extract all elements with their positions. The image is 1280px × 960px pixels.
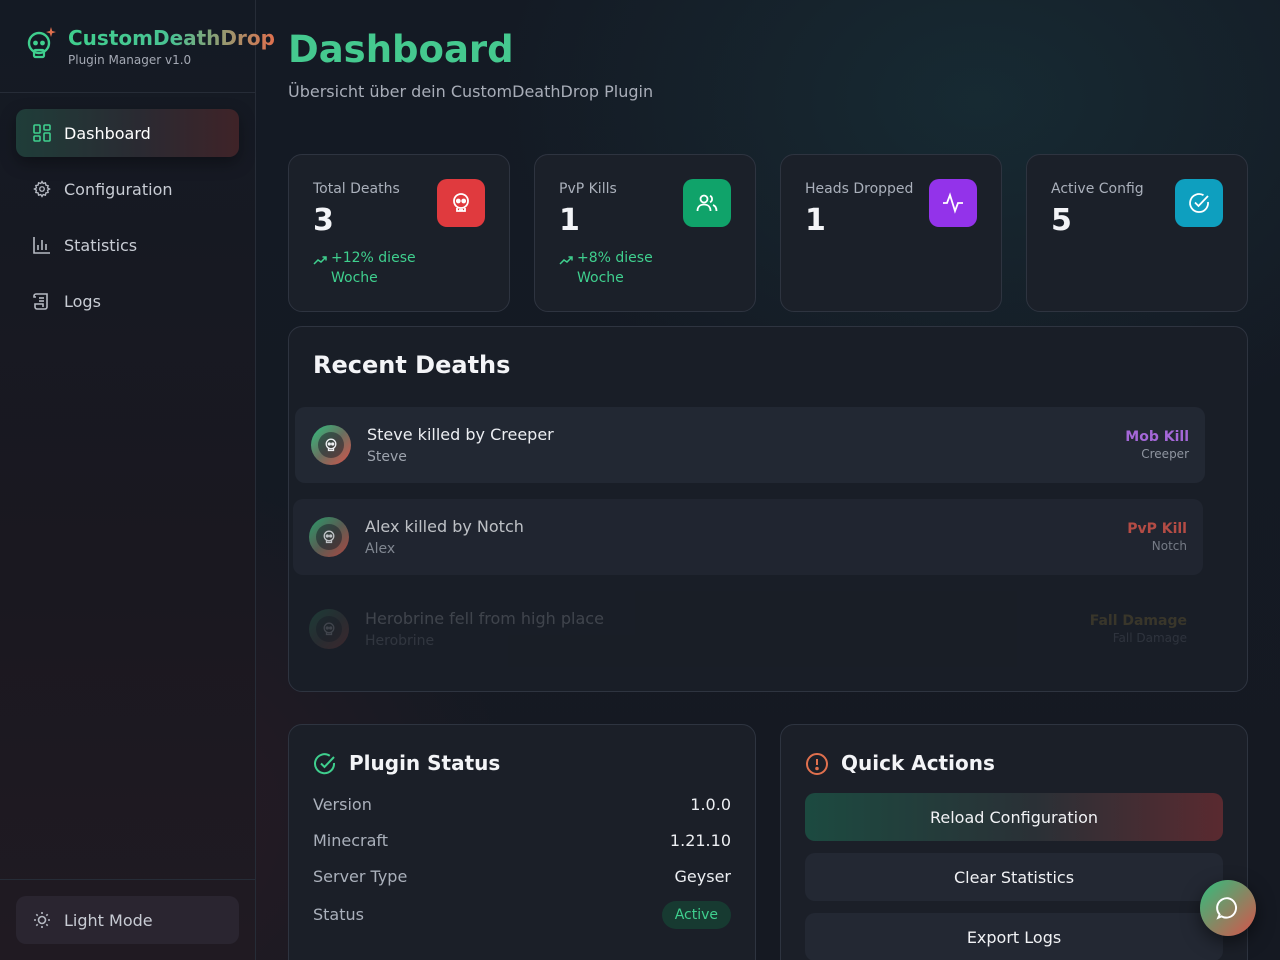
dashboard-grid-icon xyxy=(32,123,52,143)
recent-deaths-panel: Recent Deaths Steve killed by Creeper St… xyxy=(288,326,1248,692)
light-mode-label: Light Mode xyxy=(64,910,153,930)
page-subtitle: Übersicht über dein CustomDeathDrop Plug… xyxy=(288,82,654,101)
skull-icon xyxy=(325,438,337,452)
status-value: Geyser xyxy=(674,867,731,886)
gear-icon xyxy=(32,179,52,199)
status-row-server-type: Server Type Geyser xyxy=(313,863,731,891)
sidebar-item-label: Configuration xyxy=(64,179,173,199)
death-type: PvP Kill xyxy=(1127,521,1187,537)
status-row-version: Version 1.0.0 xyxy=(313,791,731,819)
skull-logo-icon xyxy=(27,27,56,59)
reload-configuration-button[interactable]: Reload Configuration xyxy=(805,793,1223,841)
sidebar-item-configuration[interactable]: Configuration xyxy=(16,165,239,213)
trending-up-icon xyxy=(313,256,327,265)
skull-icon xyxy=(323,530,335,544)
page-title: Dashboard xyxy=(288,28,514,71)
sun-icon xyxy=(32,910,52,930)
chat-bubble-icon xyxy=(1216,897,1237,920)
sidebar-item-label: Logs xyxy=(64,291,101,311)
status-row-minecraft: Minecraft 1.21.10 xyxy=(313,827,731,855)
scroll-icon xyxy=(32,291,52,311)
clear-statistics-button[interactable]: Clear Statistics xyxy=(805,853,1223,901)
avatar xyxy=(309,517,349,557)
death-message: Steve killed by Creeper xyxy=(367,425,554,444)
death-list-item[interactable]: Steve killed by Creeper Steve Mob Kill C… xyxy=(295,407,1205,483)
sidebar-item-label: Statistics xyxy=(64,235,138,255)
death-list-item[interactable]: Alex killed by Notch Alex PvP Kill Notch xyxy=(293,499,1203,575)
brand-title: CustomDeathDrop xyxy=(68,26,275,50)
quick-actions-panel: Quick Actions Reload Configuration Clear… xyxy=(780,724,1248,960)
avatar xyxy=(311,425,351,465)
death-message: Herobrine fell from high place xyxy=(365,609,604,628)
skull-icon xyxy=(323,622,335,636)
stat-value: 3 xyxy=(313,203,334,238)
brand[interactable]: CustomDeathDrop Plugin Manager v1.0 xyxy=(24,24,275,70)
check-circle-icon xyxy=(1175,179,1223,227)
stat-card-total-deaths: Total Deaths 3 +12% diese Woche xyxy=(288,154,510,312)
quick-actions-title: Quick Actions xyxy=(841,751,995,775)
death-source: Fall Damage xyxy=(1112,631,1187,645)
alert-circle-icon xyxy=(806,753,828,775)
stat-card-pvp-kills: PvP Kills 1 +8% diese Woche xyxy=(534,154,756,312)
status-key: Server Type xyxy=(313,867,408,886)
status-key: Minecraft xyxy=(313,831,389,850)
sidebar-divider xyxy=(0,92,256,93)
status-value: 1.21.10 xyxy=(669,831,731,850)
death-player: Herobrine xyxy=(365,633,435,649)
status-key: Status xyxy=(313,905,364,924)
death-player: Steve xyxy=(367,449,407,465)
stat-card-heads-dropped: Heads Dropped 1 xyxy=(780,154,1002,312)
death-type: Mob Kill xyxy=(1125,429,1189,445)
sidebar: CustomDeathDrop Plugin Manager v1.0 Dash… xyxy=(0,0,275,960)
status-key: Version xyxy=(313,795,372,814)
activity-icon xyxy=(929,179,977,227)
status-row-status: Status Active xyxy=(313,901,731,929)
stat-label: Heads Dropped xyxy=(805,181,914,197)
sidebar-item-logs[interactable]: Logs xyxy=(16,277,239,325)
death-list-item[interactable]: Herobrine fell from high place Herobrine… xyxy=(293,591,1203,667)
stat-card-active-config: Active Config 5 xyxy=(1026,154,1248,312)
chat-button[interactable] xyxy=(1200,880,1256,936)
stat-label: Active Config xyxy=(1051,181,1144,197)
stat-value: 5 xyxy=(1051,203,1072,238)
stat-value: 1 xyxy=(805,203,826,238)
death-message: Alex killed by Notch xyxy=(365,517,524,536)
users-icon xyxy=(683,179,731,227)
sidebar-item-label: Dashboard xyxy=(64,123,151,143)
death-source: Creeper xyxy=(1141,447,1189,461)
status-value: 1.0.0 xyxy=(690,795,731,814)
avatar xyxy=(309,609,349,649)
sidebar-item-dashboard[interactable]: Dashboard xyxy=(16,109,239,157)
light-mode-toggle[interactable]: Light Mode xyxy=(16,896,239,944)
stat-trend: +12% diese Woche xyxy=(313,248,453,288)
plugin-status-panel: Plugin Status Version 1.0.0 Minecraft 1.… xyxy=(288,724,756,960)
sidebar-item-statistics[interactable]: Statistics xyxy=(16,221,239,269)
death-player: Alex xyxy=(365,541,396,557)
death-source: Notch xyxy=(1151,539,1187,553)
check-circle-icon xyxy=(314,753,336,775)
sidebar-divider xyxy=(0,879,256,880)
stat-label: Total Deaths xyxy=(313,181,400,197)
stat-trend-text: +8% diese Woche xyxy=(577,250,653,286)
bar-chart-icon xyxy=(32,235,52,255)
stat-label: PvP Kills xyxy=(559,181,617,197)
recent-deaths-title: Recent Deaths xyxy=(313,351,511,379)
brand-subtitle: Plugin Manager v1.0 xyxy=(68,53,192,67)
stat-value: 1 xyxy=(559,203,580,238)
stat-trend-text: +12% diese Woche xyxy=(331,250,416,286)
plugin-status-title: Plugin Status xyxy=(349,751,501,775)
skull-icon xyxy=(437,179,485,227)
stat-trend: +8% diese Woche xyxy=(559,248,699,288)
death-type: Fall Damage xyxy=(1089,613,1187,629)
sidebar-nav: Dashboard Configuration Statistics Logs xyxy=(16,109,239,333)
status-badge: Active xyxy=(661,901,731,929)
trending-up-icon xyxy=(559,256,573,265)
export-logs-button[interactable]: Export Logs xyxy=(805,913,1223,960)
